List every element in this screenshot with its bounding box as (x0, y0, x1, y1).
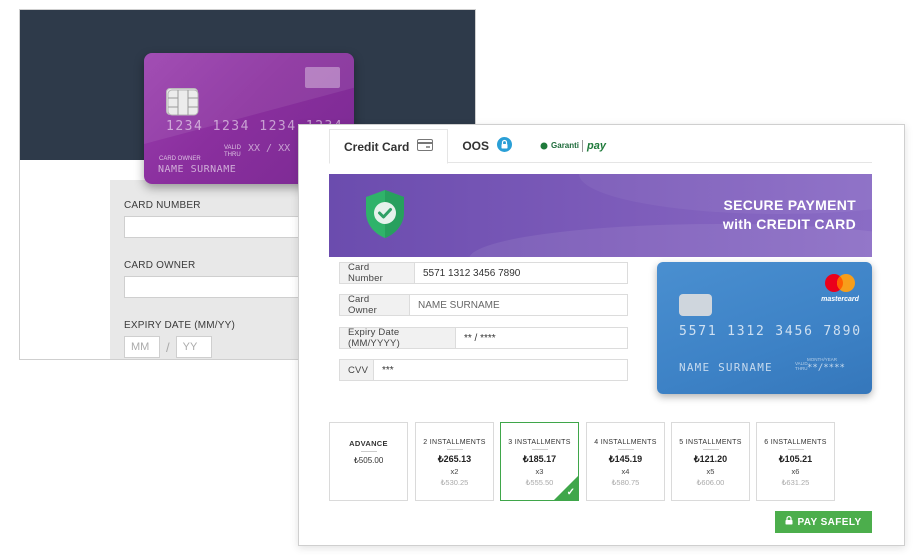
pay-label: pay (582, 139, 606, 152)
month-year-label: MONTH/YEAR (807, 357, 838, 362)
card-number: 5571 1312 3456 7890 (679, 324, 862, 339)
card-number-label: Card Number (339, 262, 415, 284)
shield-check-icon (363, 188, 407, 245)
mastercard-logo: mastercard (820, 272, 860, 304)
installment-title: 6 INSTALLMENTS (764, 439, 827, 446)
divider (531, 449, 548, 450)
card-owner-name: NAME SURNAME (679, 361, 773, 374)
installment-count: x4 (621, 467, 630, 476)
card-owner-label: Card Owner (339, 294, 410, 316)
expiry-date-input[interactable]: ** / **** (456, 327, 628, 349)
installment-option-4[interactable]: 4 INSTALLMENTS ₺145.19 x4 ₺580.75 (586, 422, 665, 501)
installment-total: ₺631.25 (781, 478, 810, 487)
secure-payment-banner: SECURE PAYMENT with CREDIT CARD (329, 174, 872, 257)
divider (360, 451, 377, 452)
card-number-input[interactable]: 5571 1312 3456 7890 (415, 262, 628, 284)
installment-amount: ₺121.20 (693, 454, 728, 464)
installment-total: ₺580.75 (611, 478, 640, 487)
card-owner-input[interactable] (124, 276, 324, 298)
installment-title: 5 INSTALLMENTS (679, 439, 742, 446)
stage: CARD NUMBER CARD OWNER EXPIRY DATE (MM/Y… (0, 0, 920, 555)
garanti-label: Garanti (551, 141, 580, 150)
expiry-month-input[interactable]: MM (124, 336, 160, 358)
installment-amount: ₺185.17 (522, 454, 557, 464)
credit-card-icon (417, 139, 434, 154)
installment-title: 3 INSTALLMENTS (508, 439, 571, 446)
lock-icon (785, 516, 793, 528)
cvv-label: CVV (339, 359, 374, 381)
installment-count: x2 (450, 467, 459, 476)
tab-label: OOS (462, 138, 490, 153)
divider (617, 449, 634, 450)
expiry-year-input[interactable]: YY (175, 336, 212, 358)
installment-count: x3 (535, 467, 544, 476)
banner-line-2: with CREDIT CARD (722, 216, 856, 232)
expiry-slash: / (166, 339, 170, 355)
tab-oos[interactable]: OOS (448, 129, 526, 162)
card-owner-name: NAME SURNAME (158, 164, 237, 175)
tab-garanti-pay[interactable]: Garanti pay (526, 129, 620, 162)
front-window: Credit Card OOS Garanti pay SECURE PAYME… (298, 124, 905, 546)
card-expiry: XX / XX (248, 143, 291, 154)
hologram (305, 67, 340, 88)
installment-title: 4 INSTALLMENTS (594, 439, 657, 446)
card-number-field: Card Number 5571 1312 3456 7890 (339, 262, 628, 284)
card-owner-field: Card Owner NAME SURNAME (339, 294, 628, 316)
banner-line-1: SECURE PAYMENT (723, 197, 856, 213)
installment-title: ADVANCE (349, 439, 388, 448)
banner-title: SECURE PAYMENT with CREDIT CARD (723, 196, 856, 234)
divider (446, 449, 463, 450)
installment-option-5[interactable]: 5 INSTALLMENTS ₺121.20 x5 ₺606.00 (671, 422, 750, 501)
installment-option-2[interactable]: 2 INSTALLMENTS ₺265.13 x2 ₺530.25 (415, 422, 494, 501)
tab-label: Credit Card (344, 139, 410, 154)
card-owner-label: CARD OWNER (159, 156, 201, 162)
installment-option-6[interactable]: 6 INSTALLMENTS ₺105.21 x6 ₺631.25 (756, 422, 835, 501)
expiry-date-label: Expiry Date (MM/YYYY) (339, 327, 456, 349)
cvv-input[interactable]: *** (374, 359, 628, 381)
lock-icon (497, 136, 513, 155)
installment-option-advance[interactable]: ADVANCE ₺505.00 (329, 422, 408, 501)
thru-label: THRU (795, 366, 808, 371)
installment-amount: ₺505.00 (353, 456, 384, 465)
chip-icon (166, 88, 199, 116)
installment-amount: ₺105.21 (778, 454, 813, 464)
pay-safely-button[interactable]: PAY SAFELY (775, 511, 872, 533)
check-icon: ✓ (566, 487, 575, 498)
valid-thru-label: VALID THRU (795, 361, 808, 371)
installment-option-3[interactable]: 3 INSTALLMENTS ₺185.17 x3 ₺555.50 ✓ (500, 422, 579, 501)
card-number-input[interactable] (124, 216, 324, 238)
expiry-date-field: Expiry Date (MM/YYYY) ** / **** (339, 327, 628, 349)
cvv-field: CVV *** (339, 359, 628, 381)
valid-label: VALID (224, 145, 241, 151)
payment-tabs: Credit Card OOS Garanti pay (329, 129, 872, 164)
installment-amount: ₺145.19 (608, 454, 643, 464)
installment-title: 2 INSTALLMENTS (423, 439, 486, 446)
card-owner-input[interactable]: NAME SURNAME (410, 294, 628, 316)
valid-thru-label: VALID THRU (224, 145, 241, 159)
thru-label: THRU (224, 152, 241, 158)
mastercard-label: mastercard (821, 296, 859, 303)
installment-amount: ₺265.13 (437, 454, 472, 464)
pay-safely-label: PAY SAFELY (797, 516, 862, 528)
blue-credit-card: mastercard 5571 1312 3456 7890 NAME SURN… (657, 262, 872, 394)
tab-credit-card[interactable]: Credit Card (329, 129, 449, 164)
installment-total: ₺530.25 (440, 478, 469, 487)
installment-count: x6 (791, 467, 800, 476)
installment-count: x5 (706, 467, 715, 476)
garanti-logo: Garanti pay (540, 139, 606, 152)
divider (787, 449, 804, 450)
chip-icon (679, 294, 712, 316)
card-expiry: **/**** (807, 363, 845, 373)
divider (702, 449, 719, 450)
installment-total: ₺606.00 (696, 478, 725, 487)
